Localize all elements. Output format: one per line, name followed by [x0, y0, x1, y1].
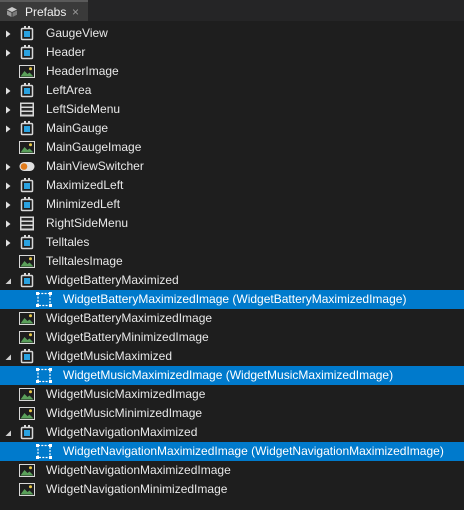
tree-item[interactable]: WidgetBatteryMinimizedImage: [0, 328, 464, 347]
tree-item[interactable]: RightSideMenu: [0, 214, 464, 233]
tree-item-label: LeftSideMenu: [46, 102, 121, 116]
tree-item[interactable]: MaximizedLeft: [0, 176, 464, 195]
tree-item-label: LeftArea: [46, 83, 92, 97]
caret-down-icon[interactable]: [1, 271, 15, 290]
tree-item-label: WidgetNavigationMaximized: [46, 425, 198, 439]
tree-item-label: WidgetBatteryMaximizedImage: [46, 311, 213, 325]
tree-item-label: Telltales: [46, 235, 90, 249]
caret-down-icon[interactable]: [1, 423, 15, 442]
widget-icon: [20, 425, 34, 440]
widget-icon: [20, 26, 34, 41]
prefab-tree: GaugeView Header HeaderImage LeftArea LeftSi…: [0, 24, 464, 499]
tree-item[interactable]: HeaderImage: [0, 62, 464, 81]
image-icon: [19, 65, 35, 78]
tree-item[interactable]: GaugeView: [0, 24, 464, 43]
tree-item[interactable]: Header: [0, 43, 464, 62]
widget-icon: [20, 235, 34, 250]
tree-item[interactable]: Telltales: [0, 233, 464, 252]
tree-item[interactable]: MainGaugeImage: [0, 138, 464, 157]
tree-item-label: WidgetMusicMaximizedImage: [46, 387, 206, 401]
tree-item-label: WidgetBatteryMaximized: [46, 273, 179, 287]
panel-titlebar: Prefabs ×: [0, 0, 464, 21]
tree-item-label: WidgetNavigationMinimizedImage: [46, 482, 228, 496]
caret-right-icon[interactable]: [1, 195, 15, 214]
image-icon: [19, 464, 35, 477]
tree-item-label: WidgetMusicMinimizedImage: [46, 406, 203, 420]
image-placeholder-icon: [36, 368, 52, 383]
tree-item[interactable]: WidgetMusicMinimizedImage: [0, 404, 464, 423]
tree-item-label: GaugeView: [46, 26, 108, 40]
prefab-cube-icon: [7, 7, 17, 17]
image-icon: [19, 388, 35, 401]
image-icon: [19, 407, 35, 420]
tree-item-label: WidgetNavigationMaximizedImage: [46, 463, 231, 477]
caret-right-icon[interactable]: [1, 100, 15, 119]
close-icon[interactable]: ×: [72, 5, 79, 19]
tree-item[interactable]: WidgetMusicMaximized: [0, 347, 464, 366]
tree-item[interactable]: WidgetNavigationMaximizedImage: [0, 461, 464, 480]
tree-item[interactable]: WidgetBatteryMaximizedImage: [0, 309, 464, 328]
caret-right-icon[interactable]: [1, 43, 15, 62]
tree-item-label: HeaderImage: [46, 64, 119, 78]
caret-right-icon[interactable]: [1, 176, 15, 195]
tree-item-label: WidgetMusicMaximizedImage (WidgetMusicMa…: [63, 368, 394, 382]
tree-item-label: WidgetNavigationMaximizedImage (WidgetNa…: [63, 444, 444, 458]
tree-item[interactable]: MinimizedLeft: [0, 195, 464, 214]
tree-item[interactable]: TelltalesImage: [0, 252, 464, 271]
tree-item[interactable]: MainGauge: [0, 119, 464, 138]
tree-item[interactable]: WidgetNavigationMaximizedImage (WidgetNa…: [0, 442, 464, 461]
tree-item-label: MinimizedLeft: [46, 197, 121, 211]
tab-prefabs[interactable]: Prefabs ×: [0, 0, 88, 21]
widget-icon: [20, 121, 34, 136]
tree-item[interactable]: WidgetBatteryMaximized: [0, 271, 464, 290]
image-icon: [19, 331, 35, 344]
tree-item-label: WidgetMusicMaximized: [46, 349, 173, 363]
menu-icon: [20, 102, 34, 117]
widget-icon: [20, 83, 34, 98]
tree-item[interactable]: WidgetNavigationMaximized: [0, 423, 464, 442]
tree-item-label: WidgetBatteryMinimizedImage: [46, 330, 209, 344]
image-icon: [19, 483, 35, 496]
caret-right-icon[interactable]: [1, 119, 15, 138]
tree-item-label: WidgetBatteryMaximizedImage (WidgetBatte…: [63, 292, 407, 306]
tab-label: Prefabs: [25, 5, 67, 19]
tree-item-label: TelltalesImage: [46, 254, 123, 268]
image-placeholder-icon: [36, 444, 52, 459]
caret-right-icon[interactable]: [1, 157, 15, 176]
tree-item-label: MaximizedLeft: [46, 178, 124, 192]
image-placeholder-icon: [36, 292, 52, 307]
widget-icon: [20, 197, 34, 212]
tree-item[interactable]: WidgetMusicMaximizedImage: [0, 385, 464, 404]
tree-item-label: MainGaugeImage: [46, 140, 142, 154]
tree-item-label: MainViewSwitcher: [46, 159, 144, 173]
tree-item[interactable]: LeftSideMenu: [0, 100, 464, 119]
tree-item[interactable]: LeftArea: [0, 81, 464, 100]
widget-icon: [20, 178, 34, 193]
tree-item[interactable]: WidgetBatteryMaximizedImage (WidgetBatte…: [0, 290, 464, 309]
tree-item-label: Header: [46, 45, 86, 59]
image-icon: [19, 141, 35, 154]
menu-icon: [20, 216, 34, 231]
tree-item[interactable]: MainViewSwitcher: [0, 157, 464, 176]
caret-right-icon[interactable]: [1, 214, 15, 233]
caret-right-icon[interactable]: [1, 233, 15, 252]
tree-item[interactable]: WidgetNavigationMinimizedImage: [0, 480, 464, 499]
image-icon: [19, 312, 35, 325]
toggle-switch-icon: [19, 162, 35, 171]
widget-icon: [20, 349, 34, 364]
tree-item-label: MainGauge: [46, 121, 109, 135]
caret-right-icon[interactable]: [1, 81, 15, 100]
caret-right-icon[interactable]: [1, 24, 15, 43]
image-icon: [19, 255, 35, 268]
widget-icon: [20, 45, 34, 60]
widget-icon: [20, 273, 34, 288]
tree-item-label: RightSideMenu: [46, 216, 129, 230]
tree-item[interactable]: WidgetMusicMaximizedImage (WidgetMusicMa…: [0, 366, 464, 385]
caret-down-icon[interactable]: [1, 347, 15, 366]
